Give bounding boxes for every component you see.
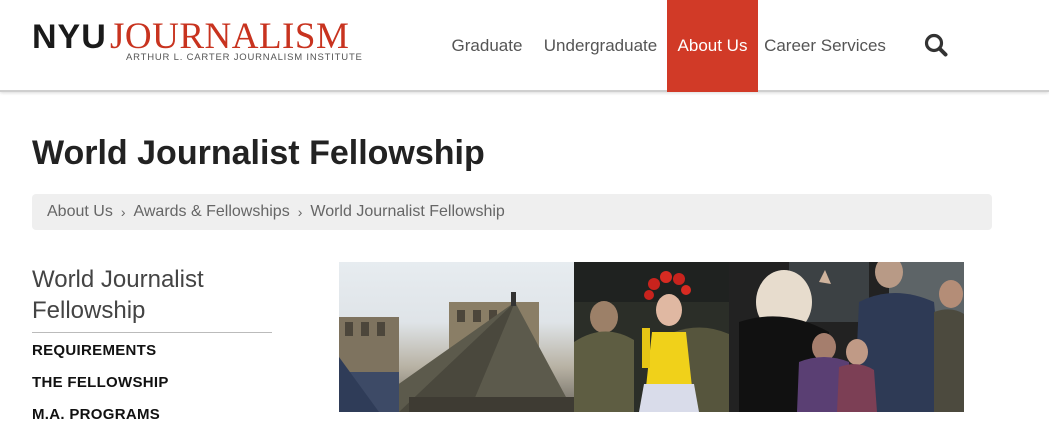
girl-with-flower-crown-photo [574,262,729,412]
crowd-gathering-photo [729,262,964,412]
nav-item-label: Career Services [764,36,886,55]
logo-nyu-text: NYU [32,18,107,56]
sidebar-link-requirements[interactable]: REQUIREMENTS [32,342,156,359]
breadcrumb-item-about-us[interactable]: About Us [47,203,113,221]
logo-subtitle: ARTHUR L. CARTER JOURNALISM INSTITUTE [126,52,363,63]
nyu-journalism-logo[interactable]: NYU JOURNALISM ARTHUR L. CARTER JOURNALI… [32,18,362,68]
sidebar-link-the-fellowship[interactable]: THE FELLOWSHIP [32,374,169,391]
nav-item-label: Undergraduate [543,36,658,55]
breadcrumb: About Us › Awards & Fellowships › World … [32,194,992,230]
nav-item-graduate[interactable]: Graduate [443,0,531,92]
nav-item-label: About Us [677,36,748,55]
logo-journalism-text: JOURNALISM [110,16,350,57]
nav-item-about-us[interactable]: About Us [667,0,758,92]
site-header: NYU JOURNALISM ARTHUR L. CARTER JOURNALI… [0,0,1049,92]
breadcrumb-separator-icon: › [297,204,303,220]
sidebar-link-ma-programs[interactable]: M.A. PROGRAMS [32,406,160,423]
nav-item-label: Graduate [451,36,523,55]
search-icon[interactable] [920,30,952,62]
page-title: World Journalist Fellowship [32,134,485,172]
nav-item-career-services[interactable]: Career Services [763,0,887,92]
breadcrumb-item-current: World Journalist Fellowship [310,203,505,220]
nav-item-undergraduate[interactable]: Undergraduate [538,0,663,92]
breadcrumb-separator-icon: › [120,204,126,220]
breadcrumb-item-awards-fellowships[interactable]: Awards & Fellowships [133,203,289,221]
sidebar-title: World Journalist Fellowship [32,264,272,333]
tent-camp-photo [339,262,574,412]
